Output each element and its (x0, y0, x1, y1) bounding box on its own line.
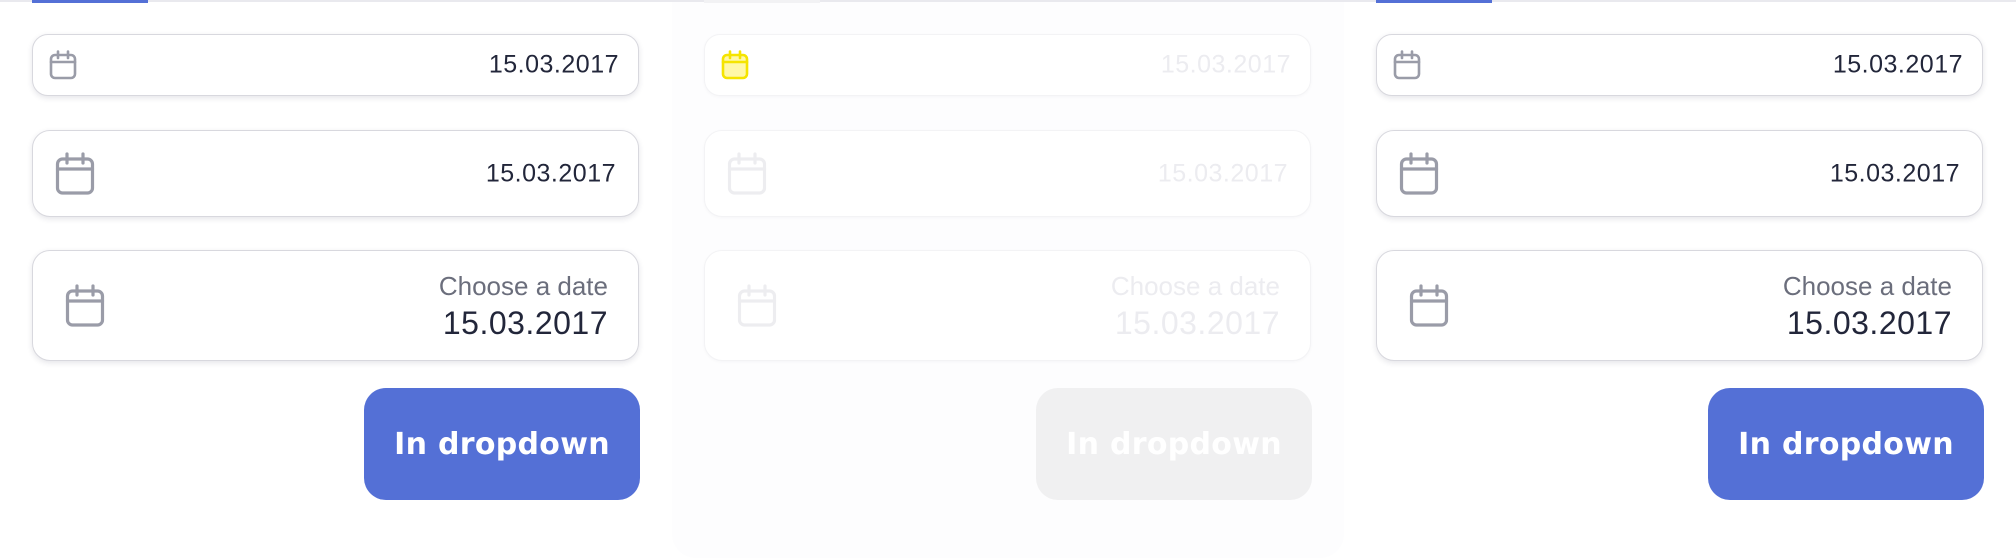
date-value: 15.03.2017 (1832, 50, 1963, 79)
active-tab-indicator (32, 0, 148, 3)
calendar-icon (727, 151, 767, 195)
date-value: 15.03.2017 (488, 50, 619, 79)
calendar-icon (1409, 283, 1449, 327)
date-value: 15.03.2017 (1786, 305, 1952, 341)
date-value: 15.03.2017 (1829, 159, 1960, 187)
calendar-icon (737, 283, 777, 327)
date-value: 15.03.2017 (1160, 50, 1291, 79)
calendar-icon (721, 50, 749, 80)
calendar-icon (49, 50, 77, 80)
date-field-medium[interactable]: 15.03.2017 (32, 130, 639, 217)
date-field-large: Choose a date 15.03.2017 (704, 250, 1311, 361)
date-field-small: 15.03.2017 (704, 34, 1311, 96)
date-field-large[interactable]: Choose a date 15.03.2017 (32, 250, 639, 361)
calendar-icon (55, 151, 95, 195)
calendar-icon (1399, 151, 1439, 195)
calendar-icon (1393, 50, 1421, 80)
in-dropdown-button[interactable]: In dropdown (1708, 388, 1984, 500)
date-value: 15.03.2017 (442, 305, 608, 341)
date-picker-panel-default: 15.03.2017 15.03.2017 Choose a date 15.0… (0, 0, 672, 558)
date-field-small[interactable]: 15.03.2017 (32, 34, 639, 96)
date-picker-panel-default: 15.03.2017 15.03.2017 Choose a date 15.0… (1344, 0, 2016, 558)
date-field-small[interactable]: 15.03.2017 (1376, 34, 1983, 96)
tab-indicator (704, 0, 820, 3)
in-dropdown-button: In dropdown (1036, 388, 1312, 500)
date-field-medium[interactable]: 15.03.2017 (1376, 130, 1983, 217)
date-picker-panel-disabled: 15.03.2017 15.03.2017 Choose a date 15.0… (672, 0, 1344, 558)
date-value: 15.03.2017 (1114, 305, 1280, 341)
date-field-large[interactable]: Choose a date 15.03.2017 (1376, 250, 1983, 361)
date-field-medium: 15.03.2017 (704, 130, 1311, 217)
field-label: Choose a date (438, 271, 608, 301)
date-value: 15.03.2017 (485, 159, 616, 187)
active-tab-indicator (1376, 0, 1492, 3)
calendar-icon (65, 283, 105, 327)
date-value: 15.03.2017 (1157, 159, 1288, 187)
field-label: Choose a date (1110, 271, 1280, 301)
date-picker-showcase: 15.03.2017 15.03.2017 Choose a date 15.0… (0, 0, 2016, 558)
field-label: Choose a date (1782, 271, 1952, 301)
in-dropdown-button[interactable]: In dropdown (364, 388, 640, 500)
